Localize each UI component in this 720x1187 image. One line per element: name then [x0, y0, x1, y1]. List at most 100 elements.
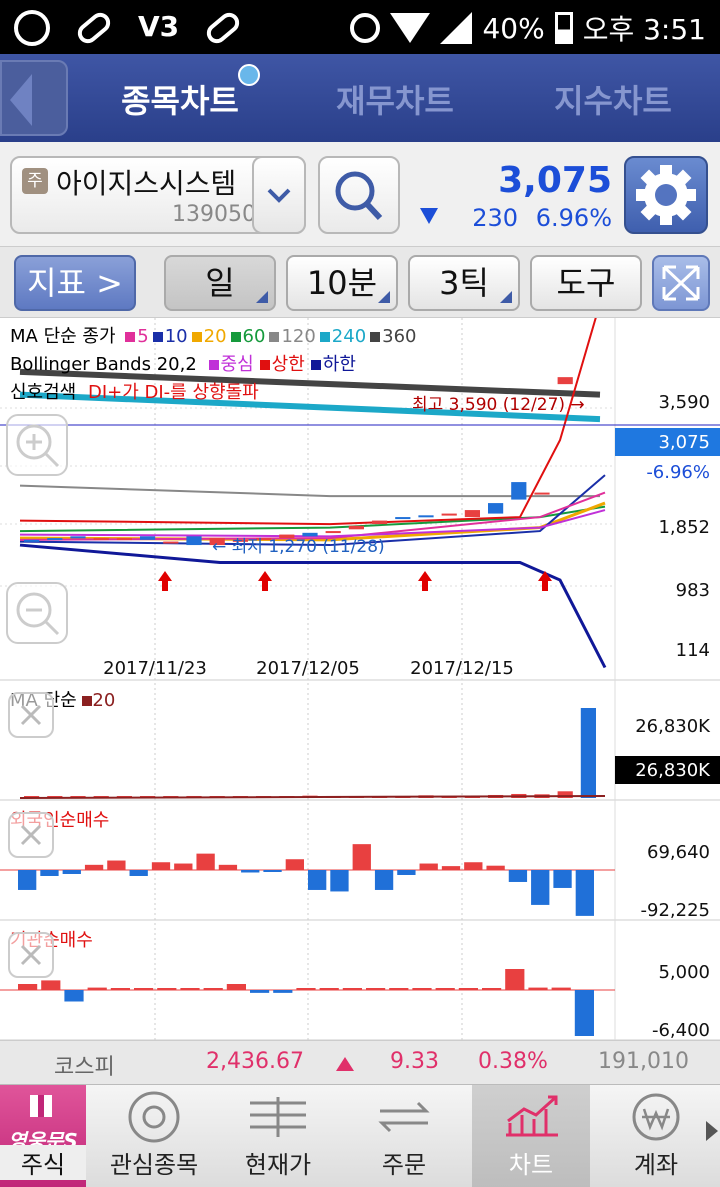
net-bar [151, 862, 171, 870]
nav-quote[interactable]: 현재가 [220, 1085, 336, 1187]
v3-icon: V3 [138, 10, 180, 43]
net-bar [464, 862, 483, 870]
kospi-ticker[interactable]: 코스피 2,436.67 9.33 0.38% 191,010 [0, 1040, 720, 1084]
net-axis-max: 69,640 [647, 842, 710, 863]
search-icon [335, 171, 383, 221]
candle [511, 482, 527, 500]
nav-order-label: 주문 [381, 1151, 427, 1179]
institution-panel: 5,000 -6,400 [0, 962, 710, 1040]
tab-stock-chart[interactable]: 종목차트 [110, 76, 250, 122]
indicator-button[interactable]: 지표 > [14, 255, 136, 311]
clock: 오후 3:51 [582, 13, 706, 46]
net-bar [18, 984, 38, 990]
tab-index-chart[interactable]: 지수차트 [548, 76, 678, 122]
x-axis-label: 2017/12/05 [256, 658, 360, 679]
ma-legend-item-360: 360 [370, 326, 417, 347]
back-button[interactable] [0, 60, 68, 136]
stock-name: 아이지스시스템 [56, 167, 237, 200]
gear-icon [636, 165, 696, 225]
nav-chart[interactable]: 차트 [472, 1085, 590, 1187]
dropdown-button[interactable] [252, 156, 306, 234]
zoom-out-button[interactable] [6, 582, 68, 644]
pill-icon [73, 8, 115, 48]
current-price-tag-text: 3,075 [658, 432, 710, 453]
signal-condition: DI+가 DI-를 상향돌파 [87, 382, 259, 403]
ma-legend-item-120: 120 [269, 326, 316, 347]
corner-triangle-icon [256, 291, 268, 303]
nav-chart-label: 차트 [508, 1151, 554, 1179]
net-bar [330, 870, 349, 892]
net-bar [218, 864, 238, 870]
nav-stock[interactable]: 영웅문S 주식 [0, 1085, 86, 1187]
ma-legend-label: MA 단순 종가 [10, 326, 116, 347]
net-bar [574, 990, 594, 1036]
nav-more-arrow-icon[interactable] [706, 1121, 718, 1141]
chart-area[interactable]: 최고 3,590 (12/27) → ← 최저 1,270 (11/28) 3,59… [0, 318, 720, 1040]
tools-button[interactable]: 도구 [530, 255, 642, 311]
nav-account-label: 계좌 [633, 1151, 679, 1179]
low-annotation: ← 최저 1,270 (11/28) [212, 537, 385, 557]
ma-period: 10 [164, 326, 188, 347]
net-bar [203, 988, 223, 990]
volume-current-text: 26,830K [635, 760, 711, 781]
net-bar [352, 844, 371, 870]
net-bar [129, 870, 148, 876]
interval-label: 10분 [306, 264, 378, 302]
tick-3-button[interactable]: 3틱 [408, 255, 520, 311]
fullscreen-button[interactable] [652, 255, 710, 311]
settings-button[interactable] [624, 156, 708, 234]
net-bar [107, 860, 126, 870]
close-foreign-panel-button[interactable] [8, 812, 54, 858]
price-change-pct: 6.96% [535, 204, 612, 232]
candle [47, 538, 63, 541]
nav-account[interactable]: 계좌 [598, 1085, 714, 1187]
close-institution-panel-button[interactable] [8, 932, 54, 978]
nav-order[interactable]: 주문 [346, 1085, 462, 1187]
candle [24, 539, 40, 542]
net-bar [110, 988, 130, 990]
nav-stock-label: 주식 [0, 1145, 86, 1180]
interval-10min-button[interactable]: 10분 [286, 255, 398, 311]
chart-tab-bar: 종목차트 재무차트 지수차트 [0, 54, 720, 142]
period-day-button[interactable]: 일 [164, 255, 276, 311]
chart-icon [506, 1095, 558, 1137]
net-bar [241, 870, 260, 873]
ma-period: 360 [382, 326, 417, 347]
bb-swatch [208, 360, 219, 370]
net-bar [374, 870, 394, 890]
net-bar [180, 988, 200, 990]
kospi-label: 코스피 [54, 1055, 115, 1080]
zoom-in-button[interactable] [6, 414, 68, 476]
nav-watchlist[interactable]: 관심종목 [96, 1085, 212, 1187]
alarm-icon [350, 13, 381, 43]
stock-code: 139050 [172, 202, 256, 227]
ma-legend-item-5: 5 [125, 326, 149, 347]
bb-line-name: 상한 [271, 354, 305, 375]
bb-legend-item: 하한 [310, 354, 356, 375]
candle [186, 536, 202, 546]
bb-line-name: 하한 [322, 354, 356, 375]
ma-line [19, 543, 607, 669]
corner-triangle-icon [378, 291, 390, 303]
net-axis-min: -6,400 [652, 1020, 710, 1040]
bb-legend-label: Bollinger Bands 20,2 [10, 354, 197, 375]
tab-financial-chart[interactable]: 재무차트 [330, 76, 460, 122]
expand-icon [662, 265, 700, 301]
net-bar [508, 870, 528, 882]
foreign-panel: 69,640 -92,225 [0, 842, 710, 921]
candle [348, 525, 364, 530]
stock-selector[interactable]: 주 아이지스시스템 139050 [10, 156, 306, 234]
kospi-volume: 191,010 [598, 1049, 689, 1074]
ma-swatch [152, 332, 163, 342]
net-axis-max: 5,000 [658, 962, 710, 983]
signal-arrow-icon [158, 571, 172, 591]
current-price: 3,075 [498, 160, 612, 201]
net-bar [575, 870, 594, 916]
close-volume-panel-button[interactable] [8, 692, 54, 738]
search-button[interactable] [318, 156, 400, 234]
battery-percent: 40% [482, 11, 545, 45]
quote-icon [250, 1097, 306, 1137]
net-bar [419, 863, 438, 870]
net-bar [273, 990, 293, 993]
chart-grid [0, 318, 720, 1040]
